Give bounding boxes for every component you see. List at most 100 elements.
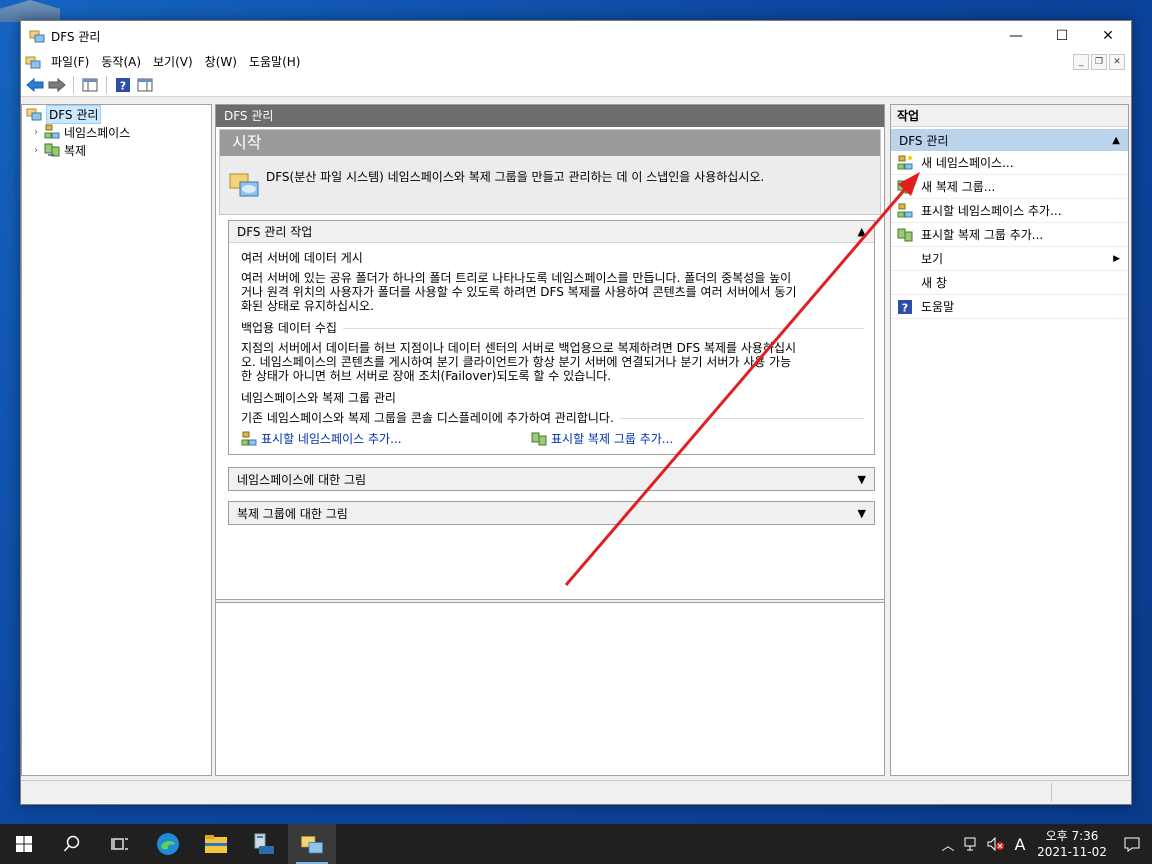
speaker-muted-icon: [987, 837, 1004, 851]
input-method-indicator[interactable]: A: [1008, 824, 1032, 864]
dfs-app-icon: [301, 836, 323, 854]
expand-chevron-icon[interactable]: ›: [30, 145, 42, 156]
tree-label: 네임스페이스: [64, 125, 131, 140]
expand-arrow-icon[interactable]: ▼: [858, 507, 866, 520]
namespace-diagram-section: 네임스페이스에 대한 그림 ▼: [228, 467, 875, 491]
toolbar-separator: [73, 75, 74, 94]
forward-button[interactable]: [47, 75, 67, 95]
action-pane: 작업 DFS 관리 ▲ 새 네임스페이스... 새 복제 그룹... 표시할 네…: [890, 104, 1129, 776]
minimize-button[interactable]: —: [993, 21, 1039, 51]
getting-started-body: DFS(분산 파일 시스템) 네임스페이스와 복제 그룹을 만들고 관리하는 데…: [220, 156, 880, 208]
section-title: 네임스페이스에 대한 그림: [237, 472, 367, 487]
action-group-dfs-management[interactable]: DFS 관리 ▲: [891, 129, 1128, 151]
dfs-tasks-body: 여러 서버에 데이터 게시 여러 서버에 있는 공유 폴더가 하나의 폴더 트리…: [229, 243, 874, 451]
clock-date: 2021-11-02: [1037, 845, 1107, 859]
desktop-icon: [0, 0, 60, 22]
subsection-publish-title: 여러 서버에 데이터 게시: [241, 251, 864, 265]
action-label: 보기: [921, 252, 944, 266]
action-view[interactable]: 보기 ▶: [891, 247, 1128, 271]
taskbar-dfs-management[interactable]: [288, 824, 336, 864]
replication-diagram-header[interactable]: 복제 그룹에 대한 그림 ▼: [229, 502, 874, 524]
taskbar-server-manager[interactable]: [240, 824, 288, 864]
tree-item-namespaces[interactable]: › 네임스페이스: [22, 123, 211, 141]
dfs-menu-icon[interactable]: [25, 54, 41, 70]
mdi-close-button[interactable]: ✕: [1109, 54, 1125, 70]
content-panes: DFS 관리 › 네임스페이스 › 복제 DFS 관리 시작 DFS(분산 파일…: [21, 100, 1131, 780]
action-new-namespace[interactable]: 새 네임스페이스...: [891, 151, 1128, 175]
replication-icon: [44, 143, 60, 157]
namespace-add-icon: [897, 203, 913, 217]
action-help[interactable]: ? 도움말: [891, 295, 1128, 319]
subsection-manage-text-row: 기존 네임스페이스와 복제 그룹을 콘솔 디스플레이에 추가하여 관리합니다.: [241, 411, 864, 425]
mdi-minimize-button[interactable]: _: [1073, 54, 1089, 70]
edge-browser-icon: [157, 833, 179, 855]
divider: [342, 327, 864, 329]
help-icon: ?: [116, 77, 130, 92]
menu-bar: 파일(F) 동작(A) 보기(V) 창(W) 도움말(H) _ ❐ ✕: [21, 51, 1131, 73]
title-bar: DFS 관리 — ☐ ✕: [21, 21, 1131, 51]
close-button[interactable]: ✕: [1085, 21, 1131, 51]
network-monitor-icon: [964, 837, 976, 851]
task-view-button[interactable]: [96, 824, 144, 864]
add-replication-group-to-display-link[interactable]: 표시할 복제 그룹 추가...: [531, 431, 673, 447]
tree-item-dfs-management[interactable]: DFS 관리: [22, 104, 211, 124]
action-new-replication-group[interactable]: 새 복제 그룹...: [891, 175, 1128, 199]
tree-item-replication[interactable]: › 복제: [22, 141, 211, 159]
dfs-tasks-header[interactable]: DFS 관리 작업 ▲: [229, 221, 874, 243]
subsection-manage-text: 기존 네임스페이스와 복제 그룹을 콘솔 디스플레이에 추가하여 관리합니다.: [241, 411, 614, 425]
start-button[interactable]: [0, 824, 48, 864]
maximize-button[interactable]: ☐: [1039, 21, 1085, 51]
network-icon[interactable]: [960, 824, 984, 864]
taskbar-edge[interactable]: [144, 824, 192, 864]
menu-help[interactable]: 도움말(H): [243, 51, 307, 73]
subsection-backup-title: 백업용 데이터 수집: [241, 321, 864, 335]
menu-view[interactable]: 보기(V): [147, 51, 199, 73]
expand-arrow-icon[interactable]: ▼: [858, 473, 866, 486]
subsection-publish-text: 여러 서버에 있는 공유 폴더가 하나의 폴더 트리로 나타나도록 네임스페이스…: [241, 271, 797, 313]
collapse-arrow-icon[interactable]: ▲: [1112, 135, 1120, 146]
replication-add-icon: [531, 432, 547, 446]
action-group-label: DFS 관리: [899, 133, 949, 148]
submenu-arrow-icon: ▶: [1113, 253, 1120, 264]
collapse-arrow-icon[interactable]: ▲: [858, 225, 866, 238]
show-hide-console-tree-button[interactable]: [80, 75, 100, 95]
mdi-restore-button[interactable]: ❐: [1091, 54, 1107, 70]
action-add-replication-group-to-display[interactable]: 표시할 복제 그룹 추가...: [891, 223, 1128, 247]
status-bar-segment: [1051, 783, 1131, 802]
add-namespace-to-display-link[interactable]: 표시할 네임스페이스 추가...: [241, 431, 531, 447]
action-new-window[interactable]: 새 창: [891, 271, 1128, 295]
mdi-controls: _ ❐ ✕: [1073, 54, 1125, 70]
action-center-button[interactable]: [1112, 824, 1152, 864]
console-tree: DFS 관리 › 네임스페이스 › 복제: [21, 104, 212, 776]
subsection-title: 여러 서버에 데이터 게시: [241, 251, 363, 265]
taskbar-file-explorer[interactable]: [192, 824, 240, 864]
volume-muted-icon[interactable]: [984, 824, 1008, 864]
action-add-namespace-to-display[interactable]: 표시할 네임스페이스 추가...: [891, 199, 1128, 223]
link-label: 표시할 복제 그룹 추가...: [551, 432, 674, 446]
show-hide-action-pane-button[interactable]: [135, 75, 155, 95]
svg-text:?: ?: [120, 79, 126, 92]
dfs-tasks-section: DFS 관리 작업 ▲ 여러 서버에 데이터 게시 여러 서버에 있는 공유 폴…: [228, 220, 875, 455]
result-pane: DFS 관리 시작 DFS(분산 파일 시스템) 네임스페이스와 복제 그룹을 …: [215, 104, 885, 776]
action-pane-icon: [137, 78, 153, 91]
search-button[interactable]: [48, 824, 96, 864]
expand-chevron-icon[interactable]: ›: [30, 127, 42, 138]
pane-splitter[interactable]: [216, 599, 884, 603]
namespace-diagram-header[interactable]: 네임스페이스에 대한 그림 ▼: [229, 468, 874, 490]
show-hidden-icons-chevron-icon[interactable]: ︿: [936, 824, 960, 864]
replication-diagram-section: 복제 그룹에 대한 그림 ▼: [228, 501, 875, 525]
result-pane-header: DFS 관리: [216, 105, 884, 127]
subsection-title: 네임스페이스와 복제 그룹 관리: [241, 391, 396, 405]
back-button[interactable]: [25, 75, 45, 95]
subsection-title: 백업용 데이터 수집: [241, 321, 337, 335]
menu-file[interactable]: 파일(F): [45, 51, 95, 73]
task-view-icon: [111, 838, 128, 850]
taskbar-clock[interactable]: 오후 7:36 2021-11-02: [1032, 828, 1112, 860]
menu-window[interactable]: 창(W): [199, 51, 243, 73]
getting-started-title: 시작: [220, 130, 880, 156]
menu-action[interactable]: 동작(A): [95, 51, 147, 73]
help-button[interactable]: ?: [113, 75, 133, 95]
notification-icon: [1124, 837, 1140, 852]
tree-label: 복제: [64, 143, 87, 158]
clock-time: 오후 7:36: [1045, 829, 1099, 843]
